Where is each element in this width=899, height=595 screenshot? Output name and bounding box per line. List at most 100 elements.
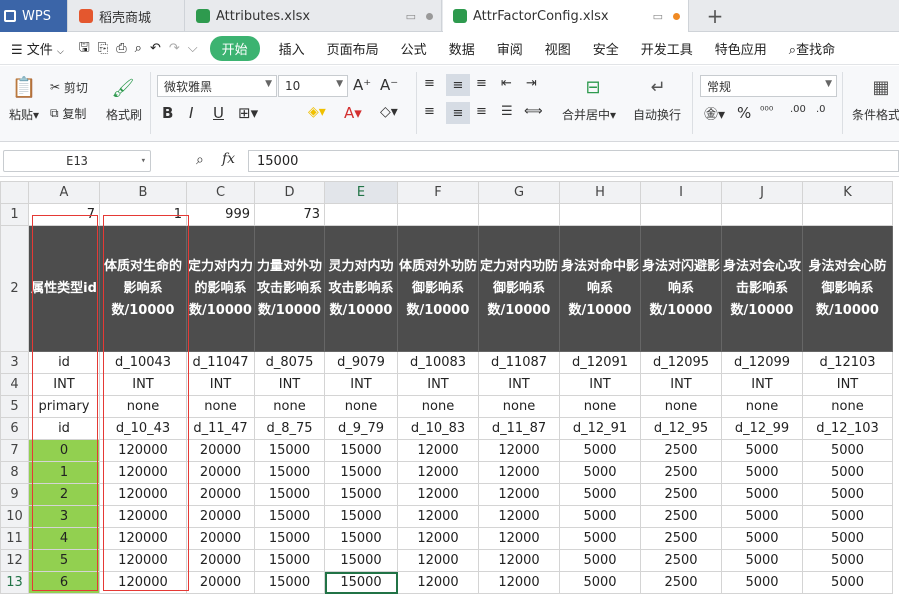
cell[interactable]: 12000 [478,527,560,550]
cell[interactable]: 2500 [640,461,722,484]
font-color-icon[interactable]: A▾ [344,104,362,122]
fx-icon[interactable]: fx [222,151,235,167]
menu-page-layout[interactable]: 页面布局 [316,39,390,58]
cell[interactable]: 12000 [397,461,479,484]
cell[interactable]: 1 [28,461,100,484]
cell[interactable]: 身法对命中影响系数/10000 [559,225,641,352]
more-icon[interactable]: ⌵ [184,41,202,56]
row-header[interactable]: 6 [0,417,29,440]
justify-icon[interactable]: ☰ [501,104,513,119]
merge-center-button[interactable]: 合并居中 ▾ [562,106,616,123]
wrap-text-button[interactable]: 自动换行 [633,106,681,123]
row-header[interactable]: 3 [0,351,29,374]
cell[interactable]: d_10083 [397,351,479,374]
cell[interactable]: INT [478,373,560,396]
zoom-search-icon[interactable]: ⌕ [196,152,204,168]
distribute-icon[interactable]: ⟺ [524,104,543,119]
row-header[interactable]: 10 [0,505,29,528]
cell[interactable] [397,203,479,226]
cell[interactable]: 15000 [324,483,398,506]
row-header[interactable]: 9 [0,483,29,506]
cell[interactable]: 12000 [478,461,560,484]
row-header[interactable]: 1 [0,203,29,226]
undo-icon[interactable]: ↶ [146,41,165,56]
paste-button[interactable]: 粘贴 ▾ [4,106,44,123]
cell[interactable]: 15000 [324,527,398,550]
cell[interactable]: 15000 [324,505,398,528]
align-top-icon[interactable]: ≡ [424,76,435,91]
cell[interactable]: 定力对内力的影响系数/10000 [186,225,255,352]
col-header-c[interactable]: C [186,181,255,204]
cell[interactable]: 身法对闪避影响系数/10000 [640,225,722,352]
cell[interactable]: 120000 [99,527,187,550]
cell[interactable]: 15000 [254,439,325,462]
row-header[interactable]: 7 [0,439,29,462]
cell[interactable]: d_9079 [324,351,398,374]
cell[interactable]: d_8075 [254,351,325,374]
col-header-k[interactable]: K [802,181,893,204]
increase-decimal-icon[interactable]: .00 [790,104,806,115]
cell[interactable]: d_12_91 [559,417,641,440]
col-header-d[interactable]: D [254,181,325,204]
cell[interactable]: none [559,395,641,418]
cell[interactable]: 5000 [559,483,641,506]
cell[interactable]: none [99,395,187,418]
cell[interactable]: 4 [28,527,100,550]
cell[interactable]: 属性类型id [28,225,100,352]
cell[interactable]: 5 [28,549,100,572]
cell[interactable]: 5000 [802,483,893,506]
cell[interactable]: 5000 [721,571,803,594]
cell[interactable]: none [254,395,325,418]
cell[interactable]: INT [802,373,893,396]
cell[interactable]: 15000 [324,439,398,462]
cell[interactable]: 20000 [186,527,255,550]
cell[interactable]: d_12_103 [802,417,893,440]
decrease-decimal-icon[interactable]: .0 [816,104,826,115]
menu-formulas[interactable]: 公式 [390,39,438,58]
cell[interactable]: 15000 [254,571,325,594]
tab-wps[interactable]: WPS [0,0,68,32]
tab-docer-store[interactable]: 稻壳商城 [69,0,185,32]
print-icon[interactable]: ⎙ [112,41,130,56]
cell[interactable]: 7 [28,203,100,226]
cell[interactable]: 5000 [802,571,893,594]
row-header[interactable]: 12 [0,549,29,572]
row-header[interactable]: 8 [0,461,29,484]
currency-icon[interactable]: ㊎▾ [704,104,725,124]
cell[interactable]: d_11_87 [478,417,560,440]
cell[interactable]: INT [397,373,479,396]
cell[interactable]: 120000 [99,505,187,528]
cell[interactable]: d_8_75 [254,417,325,440]
cell[interactable]: 12000 [397,439,479,462]
cell[interactable]: d_11047 [186,351,255,374]
menu-special[interactable]: 特色应用 [704,39,778,58]
cell[interactable]: 体质对外功防御影响系数/10000 [397,225,479,352]
cell[interactable]: 15000 [324,461,398,484]
cell[interactable]: 6 [28,571,100,594]
export-icon[interactable]: ⎘ [94,41,112,56]
cell[interactable]: 5000 [721,439,803,462]
align-center-icon[interactable]: ≡ [446,102,470,124]
cell[interactable]: 12000 [478,549,560,572]
percent-icon[interactable]: % [737,104,751,122]
cell[interactable]: id [28,351,100,374]
cell[interactable]: 1 [99,203,187,226]
cell[interactable]: none [640,395,722,418]
cell[interactable]: 20000 [186,505,255,528]
font-size-select[interactable]: 10 ▼ [278,75,348,97]
cell[interactable]: 2500 [640,505,722,528]
cell[interactable]: 5000 [721,505,803,528]
cell[interactable]: 5000 [802,527,893,550]
cell[interactable]: 999 [186,203,255,226]
cell[interactable]: d_12_95 [640,417,722,440]
cell[interactable]: INT [28,373,100,396]
cell[interactable]: 15000 [324,571,398,594]
cell[interactable]: 20000 [186,439,255,462]
cell[interactable]: 3 [28,505,100,528]
formula-input[interactable]: 15000 [248,150,899,172]
menu-developer[interactable]: 开发工具 [630,39,704,58]
col-header-a[interactable]: A [28,181,100,204]
cell[interactable]: 15000 [254,527,325,550]
format-painter-icon[interactable]: 🖌 [104,74,142,102]
cell[interactable]: 0 [28,439,100,462]
